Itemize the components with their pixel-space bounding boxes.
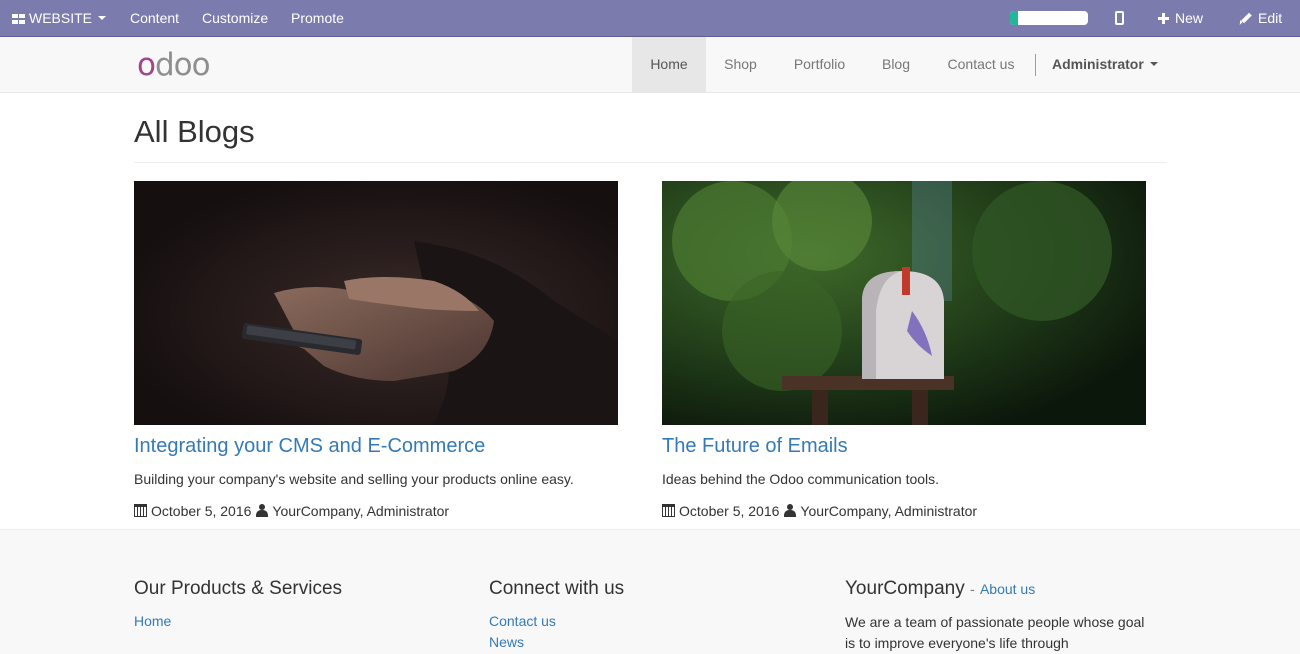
edit-button-label: Edit bbox=[1258, 10, 1283, 26]
post-cover-image[interactable] bbox=[662, 181, 1146, 425]
promote-menu[interactable]: Promote bbox=[291, 0, 344, 36]
customize-menu[interactable]: Customize bbox=[202, 0, 268, 36]
odoo-logo[interactable]: odoo bbox=[137, 47, 211, 83]
post-date: October 5, 2016 bbox=[679, 503, 780, 519]
edit-button[interactable]: Edit bbox=[1238, 0, 1282, 36]
website-menu-label: WEBSITE bbox=[29, 10, 93, 26]
apps-grid-icon bbox=[12, 14, 25, 24]
calendar-icon bbox=[662, 504, 675, 517]
nav-item-contact-us[interactable]: Contact us bbox=[928, 37, 1034, 92]
user-menu[interactable]: Administrator bbox=[1052, 37, 1158, 92]
website-menu-button[interactable]: WEBSITE bbox=[12, 0, 107, 36]
caret-down-icon bbox=[1149, 62, 1158, 66]
post-meta: October 5, 2016 YourCompany, Administrato… bbox=[662, 502, 977, 520]
user-name: Administrator bbox=[1052, 56, 1144, 72]
post-subtitle: Building your company's website and sell… bbox=[134, 471, 574, 487]
footer-heading-connect: Connect with us bbox=[489, 578, 625, 599]
nav-item-portfolio[interactable]: Portfolio bbox=[775, 37, 864, 92]
logo-accent: o bbox=[137, 47, 156, 83]
caret-down-icon bbox=[98, 16, 107, 20]
about-us-link[interactable]: About us bbox=[980, 581, 1035, 597]
calendar-icon bbox=[134, 504, 147, 517]
nav-item-home[interactable]: Home bbox=[632, 37, 706, 92]
nav-item-shop[interactable]: Shop bbox=[706, 37, 775, 92]
main-navbar: odoo Home Shop Portfolio Blog Contact us… bbox=[0, 37, 1300, 93]
page-title: All Blogs bbox=[134, 114, 255, 149]
nav-divider bbox=[1035, 54, 1036, 76]
footer-heading-products: Our Products & Services bbox=[134, 578, 343, 599]
footer-link-contact-us[interactable]: Contact us bbox=[489, 612, 556, 630]
user-icon bbox=[784, 504, 797, 517]
content-menu[interactable]: Content bbox=[130, 0, 179, 36]
footer-heading-company: YourCompany - About us bbox=[845, 577, 1035, 601]
post-title-link[interactable]: The Future of Emails bbox=[662, 434, 848, 458]
new-button[interactable]: New bbox=[1158, 0, 1203, 36]
footer: Our Products & Services Home Connect wit… bbox=[0, 529, 1300, 654]
post-subtitle: Ideas behind the Odoo communication tool… bbox=[662, 471, 940, 487]
post-cover-image[interactable] bbox=[134, 181, 618, 425]
post-author: YourCompany, Administrator bbox=[800, 503, 978, 519]
company-description: We are a team of passionate people whose… bbox=[845, 614, 1145, 651]
footer-link-news[interactable]: News bbox=[489, 633, 524, 651]
plus-icon bbox=[1158, 13, 1169, 24]
post-meta: October 5, 2016 YourCompany, Administrato… bbox=[134, 502, 449, 520]
heading-dash: - bbox=[970, 581, 975, 597]
post-title-link[interactable]: Integrating your CMS and E-Commerce bbox=[134, 434, 485, 458]
admin-bar: WEBSITE Content Customize Promote New Ed… bbox=[0, 0, 1300, 37]
logo-rest: doo bbox=[154, 47, 211, 83]
company-name: YourCompany bbox=[845, 578, 965, 599]
title-divider bbox=[134, 162, 1167, 163]
pencil-icon bbox=[1238, 12, 1252, 24]
post-author: YourCompany, Administrator bbox=[272, 503, 450, 519]
mobile-preview-icon[interactable] bbox=[1115, 11, 1124, 25]
user-icon bbox=[256, 504, 269, 517]
progress-fill bbox=[1010, 11, 1018, 25]
progress-bar bbox=[1010, 11, 1088, 25]
nav-item-blog[interactable]: Blog bbox=[864, 37, 928, 92]
new-button-label: New bbox=[1175, 10, 1204, 26]
footer-link-home[interactable]: Home bbox=[134, 612, 171, 630]
post-date: October 5, 2016 bbox=[151, 503, 252, 519]
